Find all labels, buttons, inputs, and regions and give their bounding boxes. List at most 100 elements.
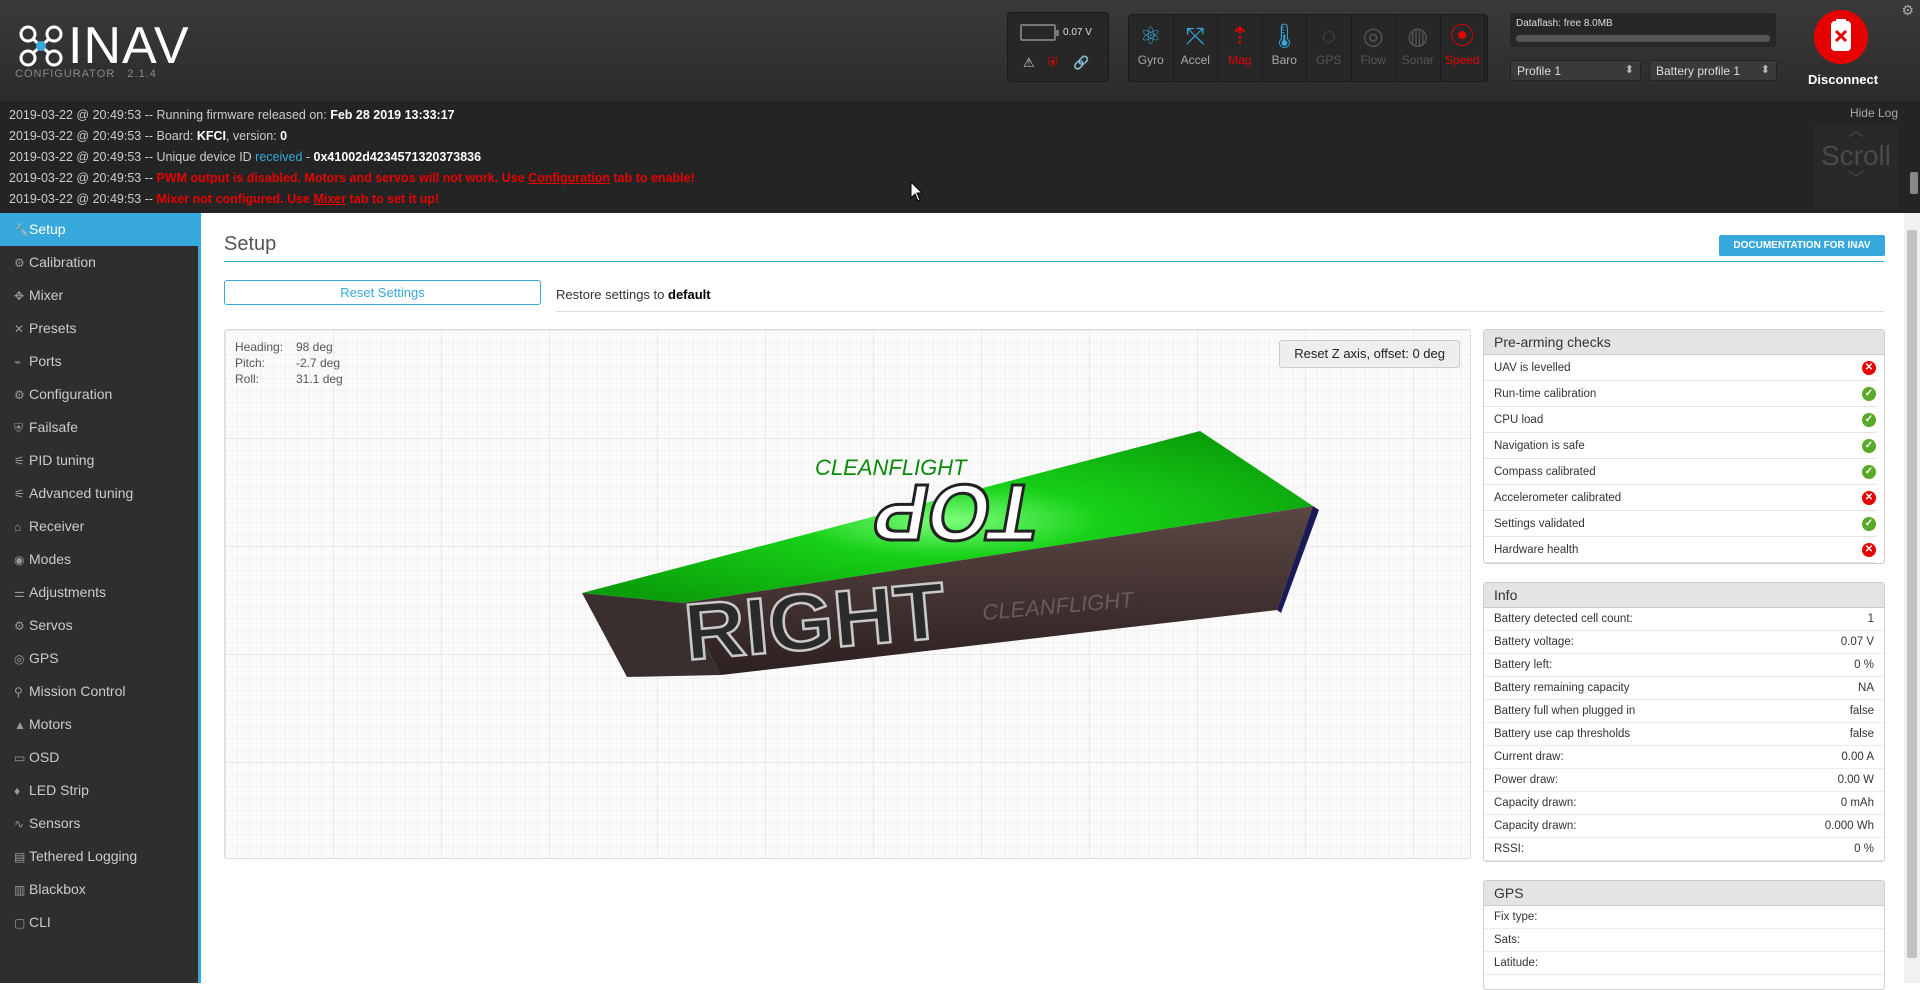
info-label: Current draw: [1494, 751, 1564, 763]
servos-icon: ⚙ [14, 619, 25, 633]
info-row: Battery remaining capacity NA [1484, 677, 1884, 700]
log-tab-link[interactable]: Mixer [313, 192, 346, 206]
scroll-up-icon: ︿ [1847, 123, 1864, 140]
app-version: 2.1.4 [127, 68, 157, 80]
scroll-label: Scroll [1820, 140, 1891, 171]
sidebar-item-osd[interactable]: ▭ OSD [0, 741, 198, 774]
log-timestamp: 2019-03-22 @ 20:49:53 -- [9, 129, 154, 143]
documentation-button[interactable]: DOCUMENTATION FOR INAV [1719, 235, 1885, 256]
sensor-label: Sonar [1401, 53, 1434, 67]
log-scrollbar[interactable] [1910, 172, 1918, 194]
sidebar-item-gps[interactable]: ◎ GPS [0, 642, 198, 675]
gps-label: Latitude: [1494, 957, 1539, 969]
roll-value: 31.1 deg [296, 372, 343, 386]
sidebar-item-mission-control[interactable]: ⚲ Mission Control [0, 675, 198, 708]
sidebar-item-pid-tuning[interactable]: ⚟ PID tuning [0, 444, 198, 477]
reset-settings-button[interactable]: Reset Settings [224, 280, 541, 305]
sidebar-nav: 🔧Setup ⚙ Calibration ✥ Mixer ✕ Presets ⌁ Ports ⚙ C… [0, 213, 201, 983]
info-row: RSSI: 0 % [1484, 838, 1884, 861]
inav-logo: INAV CONFIGURATOR 2.1.4 [15, 16, 189, 86]
mixer-icon: ✥ [14, 289, 25, 303]
info-row: Battery detected cell count: 1 [1484, 608, 1884, 631]
info-row: Battery voltage: 0.07 V [1484, 631, 1884, 654]
restore-divider [556, 311, 1884, 312]
disconnect-label: Disconnect [1808, 72, 1879, 87]
sidebar-item-adjustments[interactable]: ⚌ Adjustments [0, 576, 198, 609]
sensor-baro: 🌡 Baro [1263, 15, 1307, 81]
sidebar-item-calibration[interactable]: ⚙ Calibration [0, 246, 198, 279]
info-label: Battery voltage: [1494, 636, 1574, 648]
mag-icon: ⇡ [1229, 23, 1250, 50]
sidebar-item-setup[interactable]: 🔧Setup [0, 213, 198, 246]
tethered-logging-icon: ▤ [14, 850, 26, 864]
modes-icon: ◉ [14, 553, 25, 567]
sidebar-item-label: Blackbox [29, 881, 86, 897]
log-timestamp: 2019-03-22 @ 20:49:53 -- [9, 108, 154, 122]
heading-value: 98 deg [296, 340, 333, 354]
sidebar-item-label: Calibration [29, 254, 96, 270]
disconnect-button[interactable]: Disconnect [1808, 10, 1879, 87]
model-top-label: TOP [867, 467, 1046, 556]
sensor-gps: ◌ GPS [1307, 15, 1352, 81]
sidebar-item-receiver[interactable]: ⌂ Receiver [0, 510, 198, 543]
log-line: 2019-03-22 @ 20:49:53 -- Mixer not confi… [9, 192, 440, 206]
check-ok-icon: ✓ [1862, 517, 1876, 531]
log-line: 2019-03-22 @ 20:49:53 -- Running firmwar… [9, 108, 455, 122]
sensor-label: Speed [1444, 53, 1480, 67]
main-scrollbar[interactable] [1904, 213, 1920, 983]
sidebar-item-label: LED Strip [29, 782, 89, 798]
prearm-check-row: CPU load ✓ [1484, 407, 1876, 433]
sidebar-item-failsafe[interactable]: ⛨ Failsafe [0, 411, 198, 444]
blackbox-icon: ▥ [14, 883, 26, 897]
info-panel: Info Battery detected cell count: 1 Batter… [1483, 582, 1885, 862]
motors-icon: ▲ [14, 718, 26, 732]
sensor-status-bar: ⚛ Gyro ⤧ Accel ⇡ Mag 🌡 Baro ◌ GPS ◎ Flow ◍ Sonar ⦿ Spee… [1128, 14, 1488, 82]
sensor-label: Accel [1180, 53, 1210, 67]
info-row: Battery full when plugged in false [1484, 700, 1884, 723]
sidebar-item-sensors[interactable]: ∿ Sensors [0, 807, 198, 840]
info-value: false [1849, 728, 1874, 740]
model-top-logo: CLEANFLIGHT [815, 455, 968, 480]
sidebar-item-led-strip[interactable]: ♦ LED Strip [0, 774, 198, 807]
sidebar-item-motors[interactable]: ▲ Motors [0, 708, 198, 741]
sidebar-item-configuration[interactable]: ⚙ Configuration [0, 378, 198, 411]
prearm-check-row: Settings validated ✓ [1484, 511, 1876, 537]
sidebar-item-servos[interactable]: ⚙ Servos [0, 609, 198, 642]
pid-icon: ⚟ [14, 454, 25, 468]
sidebar-item-label: Ports [29, 353, 62, 369]
receiver-icon: ⌂ [14, 520, 22, 534]
sidebar-item-ports[interactable]: ⌁ Ports [0, 345, 198, 378]
sidebar-item-tethered-logging[interactable]: ▤ Tethered Logging [0, 840, 198, 873]
sidebar-item-mixer[interactable]: ✥ Mixer [0, 279, 198, 312]
info-label: Battery remaining capacity [1494, 682, 1630, 694]
settings-gear-icon[interactable]: ⚙ [1901, 2, 1914, 19]
profile-select[interactable]: Profile 1 [1510, 60, 1641, 81]
sidebar-item-label: Modes [29, 551, 72, 567]
log-tab-link[interactable]: Configuration [528, 171, 610, 185]
model-3d-view[interactable]: TOP CLEANFLIGHT RIGHT CLEANFLIGHT Headin… [224, 329, 1471, 859]
gps-panel: GPS Fix type: Sats: Latitude: [1483, 880, 1885, 990]
sidebar-item-presets[interactable]: ✕ Presets [0, 312, 198, 345]
sidebar-item-blackbox[interactable]: ▥ Blackbox [0, 873, 198, 906]
calibration-icon: ⚙ [14, 256, 25, 270]
check-ok-icon: ✓ [1862, 439, 1876, 453]
info-label: Battery detected cell count: [1494, 613, 1633, 625]
battery-profile-select[interactable]: Battery profile 1 [1649, 60, 1777, 81]
failsafe-status-icon: ⛨ [1048, 55, 1058, 70]
reset-z-axis-button[interactable]: Reset Z axis, offset: 0 deg [1279, 340, 1460, 368]
gyro-icon: ⚛ [1139, 23, 1162, 50]
sidebar-item-label: Adjustments [29, 584, 107, 600]
info-row: Power draw: 0.00 W [1484, 769, 1884, 792]
hide-log-link[interactable]: Hide Log [1850, 106, 1898, 120]
check-ok-icon: ✓ [1862, 413, 1876, 427]
sidebar-item-modes[interactable]: ◉ Modes [0, 543, 198, 576]
setup-tab-content: Setup DOCUMENTATION FOR INAV Reset Setti… [204, 213, 1904, 990]
info-value: 0.000 Wh [1824, 820, 1874, 832]
sidebar-item-advanced-tuning[interactable]: ⚟ Advanced tuning [0, 477, 198, 510]
sensors-icon: ∿ [14, 817, 25, 831]
main-scrollbar-thumb[interactable] [1907, 230, 1917, 958]
sidebar-item-cli[interactable]: ▢ CLI [0, 906, 198, 939]
sensor-accel: ⤧ Accel [1174, 15, 1218, 81]
speed-icon: ⦿ [1450, 23, 1475, 50]
osd-icon: ▭ [14, 751, 26, 765]
